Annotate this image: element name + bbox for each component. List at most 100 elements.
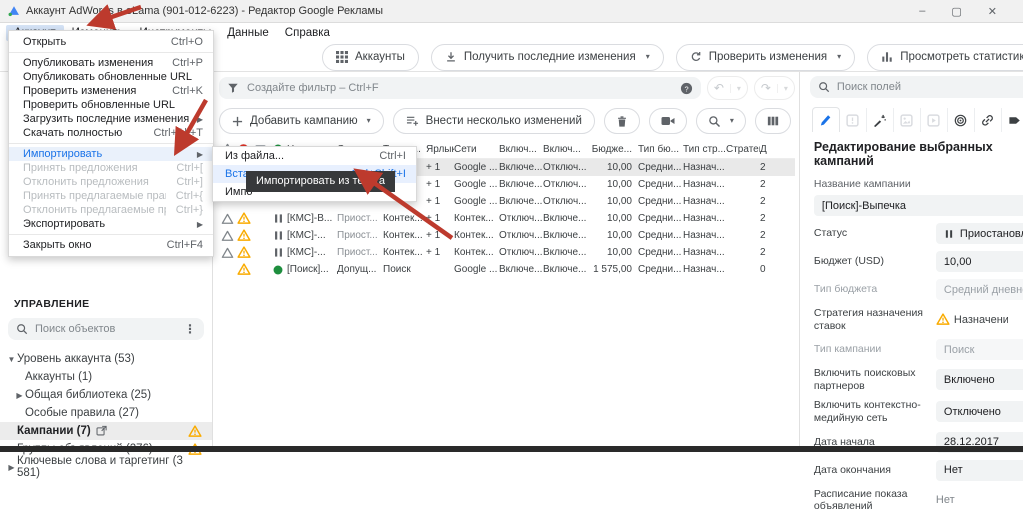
table-row[interactable]: [КМС]-...Приост...Контек...+ 1Контек...О… (219, 244, 795, 261)
add-campaign-button[interactable]: Добавить кампанию ▾ (219, 108, 384, 134)
column-header-9[interactable]: Тип стр... (683, 144, 726, 155)
menu-item-14[interactable]: Экспортировать▶ (9, 217, 213, 231)
column-header-3[interactable]: Ярлыки (426, 144, 454, 155)
menu-item-9[interactable]: Импортировать▶ (9, 147, 213, 161)
menubar-item-данные[interactable]: Данные (219, 25, 277, 41)
sidebar-item-1[interactable]: Аккаунты (1) (0, 368, 212, 386)
menu-item-0[interactable]: ОткрытьCtrl+O (9, 35, 213, 49)
table-row[interactable]: [Поиск]...Допущ...ПоискGoogle ...Включе.… (219, 261, 795, 278)
columns-button[interactable] (755, 108, 791, 134)
table-row[interactable]: [КМС]-...Приост...Контек...+ 1Контек...О… (219, 227, 795, 244)
toolbar-button-1[interactable]: Получить последние изменения▾ (431, 44, 664, 71)
sidebar-item-2[interactable]: ▶Общая библиотека (25) (0, 386, 212, 404)
field-row-5: Включить поисковых партнеровВключено▾ (814, 367, 1023, 392)
sidebar-item-4[interactable]: Кампании (7) (0, 422, 212, 440)
cell-budget_type: Средни... (638, 179, 683, 190)
field-date[interactable]: Нет (936, 460, 1023, 481)
toolbar-button-2[interactable]: Проверить изменения▾ (676, 44, 855, 71)
menubar-item-справка[interactable]: Справка (277, 25, 338, 41)
help-icon[interactable]: ? (680, 82, 693, 95)
column-header-8[interactable]: Тип бю... (638, 144, 683, 155)
delete-button[interactable] (604, 108, 640, 134)
more-options-icon[interactable]: ⋮ (184, 322, 196, 336)
panel-tab-6[interactable] (975, 108, 1002, 132)
menu-item-10: Принять предложенияCtrl+[ (9, 161, 213, 175)
column-header-10[interactable]: Стратег... (726, 144, 760, 155)
field-search-input[interactable]: Поиск полей ⋮ (810, 76, 1023, 98)
campaign-name-value: [Поиск]-Выпечка (822, 200, 906, 212)
menu-item-label: Скачать полностью (23, 127, 143, 139)
menu-item-5[interactable]: Проверить обновленные URL (9, 98, 213, 112)
select-icon (221, 247, 234, 259)
panel-tab-7[interactable] (1002, 108, 1023, 132)
menu-item-label: Отклонить предлагаемые правила (23, 204, 166, 216)
cell-search_included: Включе... (499, 264, 543, 275)
sidebar-item-0[interactable]: ▼Уровень аккаунта (53) (0, 350, 212, 368)
column-header-4[interactable]: Сети (454, 144, 499, 155)
find-replace-icon (708, 115, 721, 128)
toolbar-button-0[interactable]: Аккаунты (322, 44, 419, 71)
warning-icon (237, 229, 251, 242)
panel-tab-2[interactable] (867, 108, 894, 132)
field-text: Нет (936, 494, 1023, 507)
object-search-input[interactable]: Поиск объектов ⋮ (8, 318, 204, 340)
menu-item-7[interactable]: Скачать полностьюCtrl+Alt+T (9, 126, 213, 140)
field-dropdown[interactable]: Включено▾ (936, 369, 1023, 390)
redo-icon[interactable]: ↷ (755, 81, 777, 95)
cell-start: 2 (760, 179, 771, 190)
warning-icon (237, 212, 251, 225)
column-header-6[interactable]: Включ... (543, 144, 588, 155)
google-ads-logo-icon (8, 5, 20, 17)
panel-tab-0[interactable] (812, 107, 840, 132)
filter-input[interactable]: Создайте фильтр – Ctrl+F ? (219, 77, 701, 99)
find-replace-dropdown-icon[interactable]: ▾ (730, 117, 734, 125)
title-bar: Аккаунт AdWords в eLama (901-012-6223) -… (0, 0, 1023, 23)
menu-item-label: Проверить изменения (23, 85, 162, 97)
toolbar-button-3[interactable]: Просмотреть статистику▾ (867, 44, 1023, 71)
campaign-name-label: Название кампании (814, 178, 1023, 190)
menu-item-16[interactable]: Закрыть окноCtrl+F4 (9, 238, 213, 252)
field-input[interactable]: 10,00 (936, 251, 1023, 272)
video-button[interactable] (649, 108, 687, 134)
cell-labels: + 1 (426, 179, 454, 190)
undo-dropdown-icon[interactable]: ▾ (730, 84, 747, 93)
column-header-5[interactable]: Включ... (499, 144, 543, 155)
submenu-item-0[interactable]: Из файла...Ctrl+I (213, 147, 416, 165)
field-value: Нет (944, 464, 1023, 476)
campaign-name-input[interactable]: [Поиск]-Выпечка 27 (814, 195, 1023, 216)
sidebar-item-3[interactable]: Особые правила (27) (0, 404, 212, 422)
menu-item-2[interactable]: Опубликовать измененияCtrl+P (9, 56, 213, 70)
add-campaign-dropdown-icon[interactable]: ▾ (367, 117, 371, 125)
undo-button-group[interactable]: ↶▾ (707, 76, 748, 100)
menu-item-3[interactable]: Опубликовать обновленные URL (9, 70, 213, 84)
find-replace-button[interactable]: ▾ (696, 108, 746, 134)
maximize-button[interactable]: ▢ (951, 5, 961, 18)
field-label: Включить контекстно-медийную сеть (814, 399, 936, 424)
dropdown-caret-icon[interactable]: ▾ (646, 53, 650, 61)
dropdown-caret-icon[interactable]: ▾ (837, 53, 841, 61)
panel-tab-5[interactable] (948, 108, 975, 132)
warning-icon (237, 246, 251, 259)
column-header-11[interactable]: Д (760, 144, 771, 155)
bulk-edit-button[interactable]: Внести несколько изменений (393, 108, 595, 134)
menu-item-4[interactable]: Проверить измененияCtrl+K (9, 84, 213, 98)
cell-labels: + 1 (426, 230, 454, 241)
close-button[interactable]: ✕ (988, 5, 997, 18)
minimize-button[interactable]: – (919, 5, 925, 18)
field-dropdown[interactable]: Отключено▾ (936, 401, 1023, 422)
undo-icon[interactable]: ↶ (708, 81, 730, 95)
sidebar-item-6[interactable]: ▶Ключевые слова и таргетинг (3 581) (0, 458, 212, 476)
cell-labels: + 1 (426, 196, 454, 207)
menu-item-6[interactable]: Загрузить последние изменения▶ (9, 112, 213, 126)
redo-button-group[interactable]: ↷▾ (754, 76, 795, 100)
cell-budget: 10,00 (588, 247, 638, 258)
redo-dropdown-icon[interactable]: ▾ (777, 84, 794, 93)
column-header-7[interactable]: Бюдже... (588, 144, 638, 155)
cell-strategy_type: Назнач... (683, 179, 726, 190)
menu-item-shortcut: Ctrl+O (171, 36, 203, 48)
field-dropdown[interactable]: Приостановлено▾ (936, 223, 1023, 244)
table-row[interactable]: [КМС]-В...Приост...Контек...+ 1Контек...… (219, 210, 795, 227)
cell-networks: Контек... (454, 213, 499, 224)
menu-item-label: Проверить обновленные URL (23, 99, 203, 111)
menu-item-12: Принять предлагаемые правилаCtrl+{ (9, 189, 213, 203)
